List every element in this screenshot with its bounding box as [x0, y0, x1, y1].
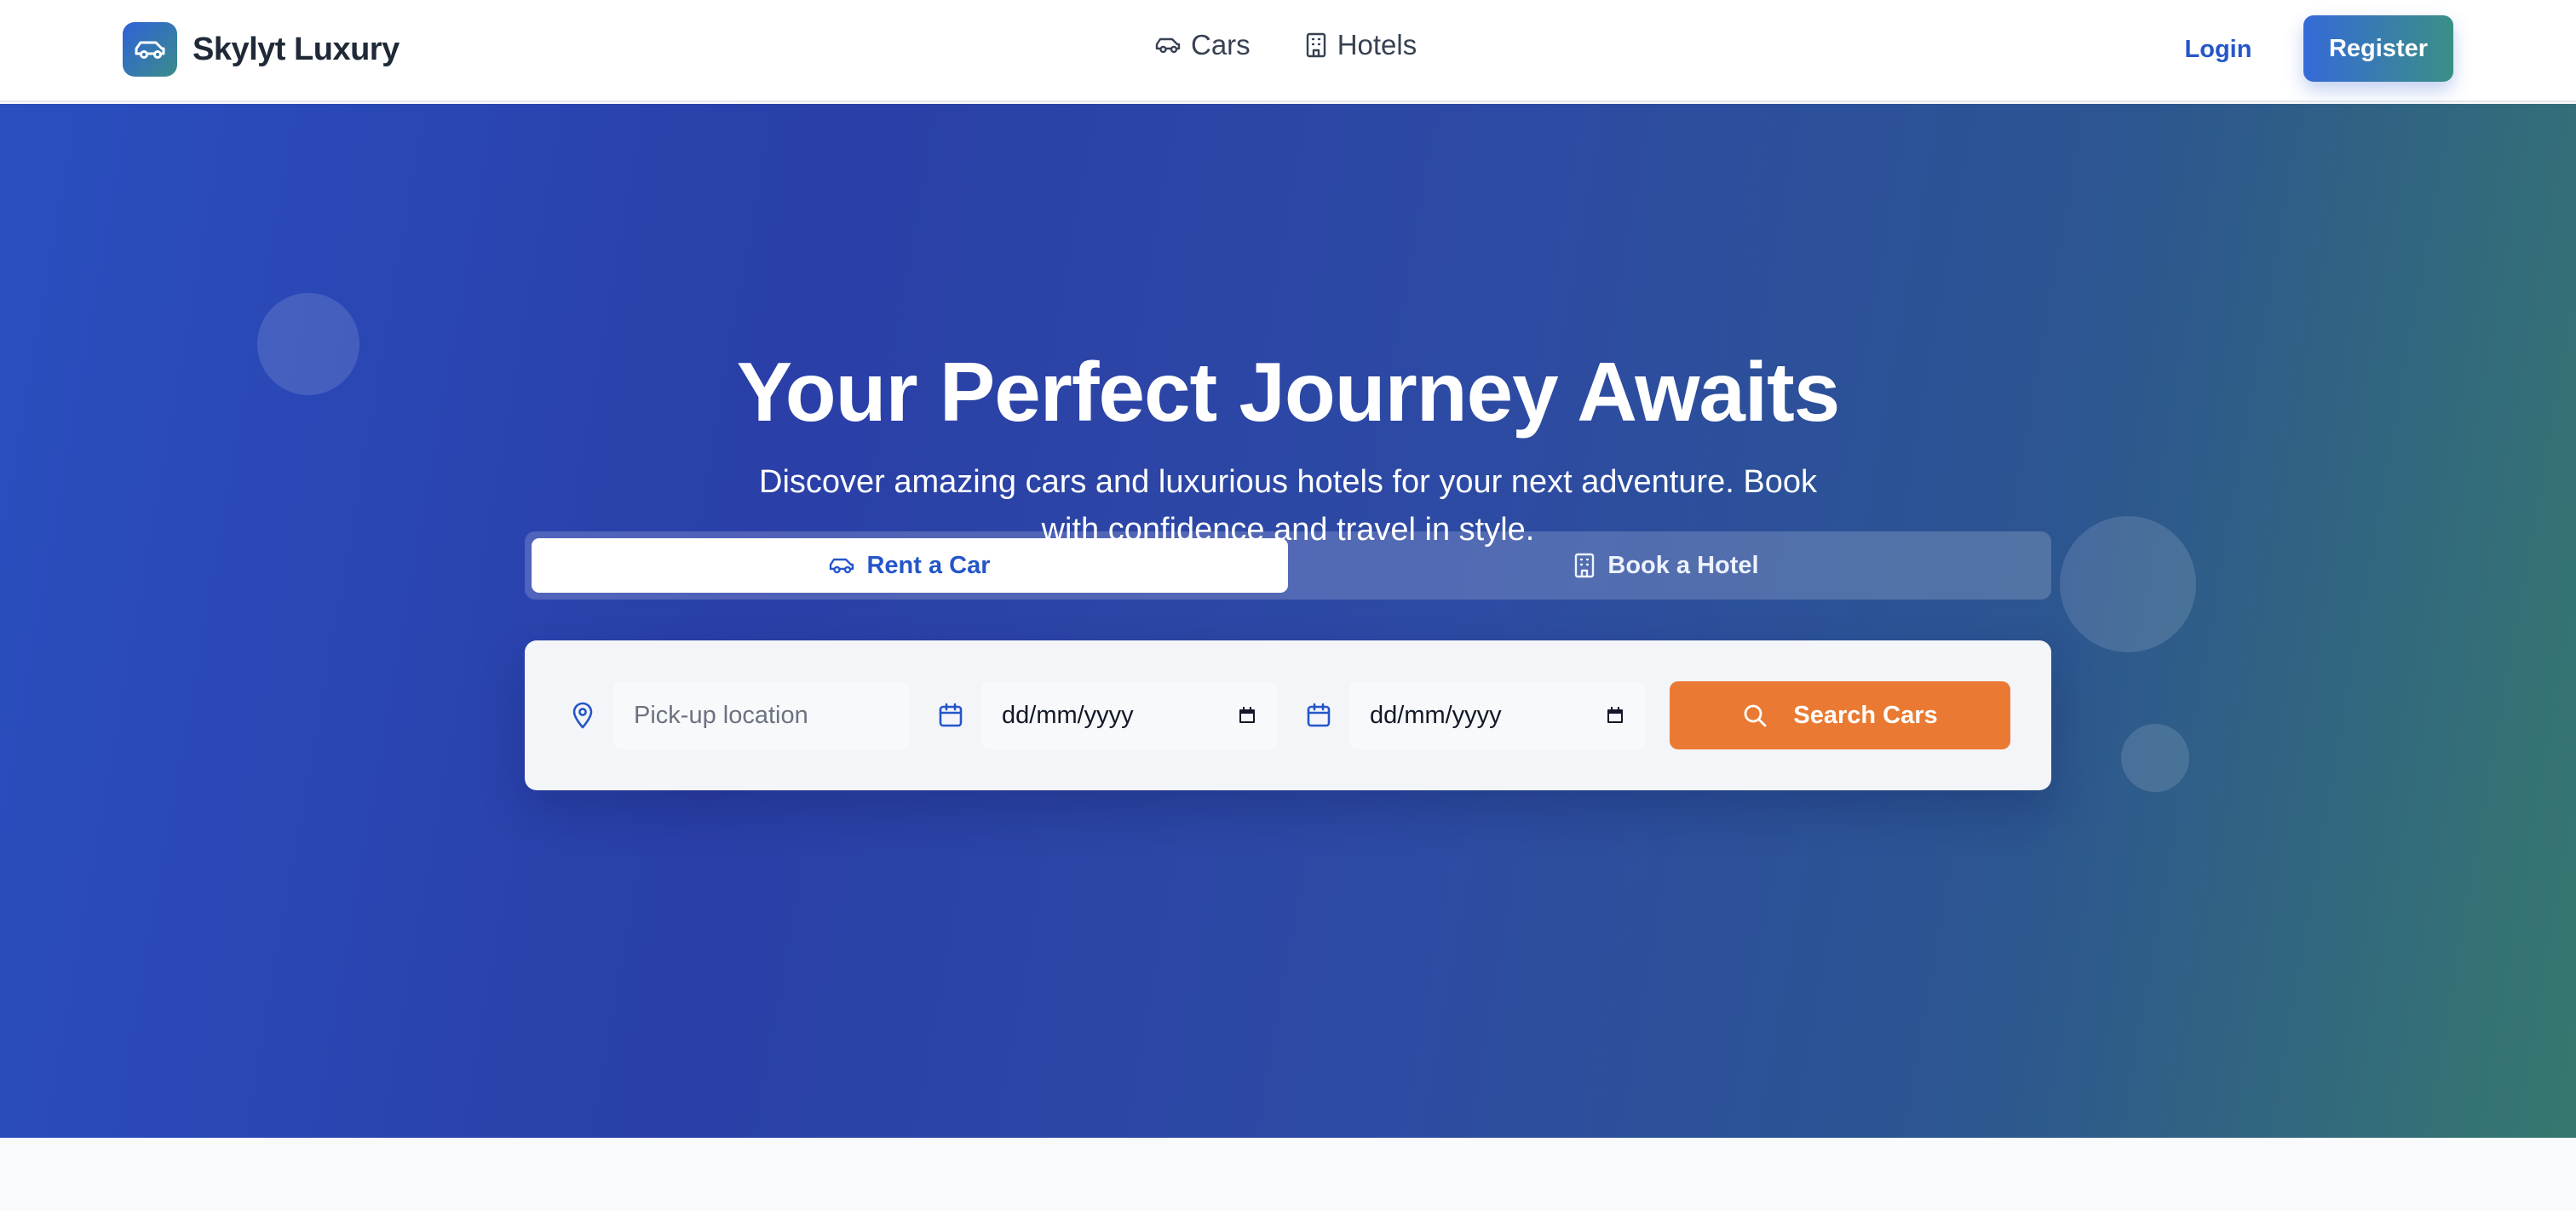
calendar-icon	[920, 681, 981, 749]
decorative-circle	[2121, 724, 2189, 792]
dropoff-date-field: dd/mm/yyyy	[1288, 681, 1646, 749]
nav-item-cars[interactable]: Cars	[1155, 29, 1251, 61]
building-icon	[1306, 32, 1325, 58]
booking-tabs: Rent a Car Book a Hotel	[525, 531, 2051, 600]
brand-logo[interactable]: Skylyt Luxury	[123, 22, 400, 77]
tab-rent-a-car[interactable]: Rent a Car	[532, 538, 1288, 593]
tab-label: Rent a Car	[866, 551, 991, 579]
tab-label: Book a Hotel	[1607, 551, 1759, 579]
top-navbar: Skylyt Luxury Cars Hotels Login Register	[0, 0, 2576, 102]
nav-item-label: Cars	[1191, 29, 1251, 60]
brand-name: Skylyt Luxury	[193, 31, 400, 67]
pickup-location-input[interactable]	[613, 681, 910, 749]
login-link[interactable]: Login	[2164, 26, 2273, 73]
calendar-picker-icon[interactable]	[1605, 705, 1625, 726]
nav-item-hotels[interactable]: Hotels	[1305, 29, 1417, 61]
car-search-form: dd/mm/yyyy dd/mm/yyyy Search Cars	[525, 640, 2051, 790]
dropoff-date-input[interactable]: dd/mm/yyyy	[1349, 681, 1646, 749]
calendar-icon	[1288, 681, 1349, 749]
map-pin-icon	[552, 681, 613, 749]
calendar-picker-icon[interactable]	[1237, 705, 1257, 726]
pickup-date-field: dd/mm/yyyy	[920, 681, 1278, 749]
tab-book-a-hotel[interactable]: Book a Hotel	[1288, 538, 2044, 593]
decorative-circle	[2060, 516, 2196, 652]
building-icon	[1575, 553, 1595, 578]
pickup-date-input[interactable]: dd/mm/yyyy	[981, 681, 1278, 749]
location-field	[552, 681, 910, 749]
hero-section: Your Perfect Journey Awaits Discover ama…	[0, 104, 2576, 1138]
nav-item-label: Hotels	[1337, 29, 1417, 60]
main-nav: Cars Hotels	[1155, 29, 1471, 61]
content-section	[0, 1138, 2576, 1211]
search-button-label: Search Cars	[1793, 701, 1938, 729]
car-icon	[123, 22, 177, 77]
register-button[interactable]: Register	[2303, 15, 2453, 82]
car-icon	[830, 558, 854, 574]
search-cars-button[interactable]: Search Cars	[1670, 681, 2010, 749]
hero-title: Your Perfect Journey Awaits	[736, 345, 1841, 439]
search-icon	[1744, 704, 1767, 727]
pickup-date-value: dd/mm/yyyy	[1002, 701, 1134, 729]
dropoff-date-value: dd/mm/yyyy	[1370, 701, 1502, 729]
car-icon	[1155, 37, 1181, 54]
